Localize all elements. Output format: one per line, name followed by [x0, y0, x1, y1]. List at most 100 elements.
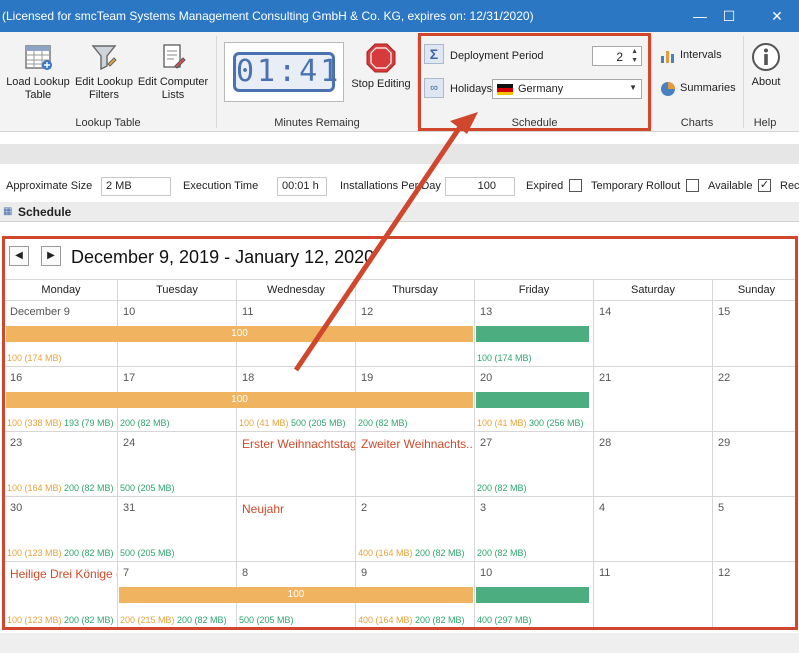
deployment-size-value: 100 (123 MB) — [7, 615, 62, 625]
calendar-day-cell[interactable]: 29 — [713, 432, 795, 497]
deployment-size-label: 100 (123 MB) 200 (82 MB) — [7, 615, 114, 625]
minutes-group-label: Minutes Remaing — [274, 117, 360, 129]
deployment-size-value: 100 (123 MB) — [7, 548, 62, 558]
day-header-thursday: Thursday — [356, 280, 475, 302]
ribbon: Load Lookup Table Edit Lookup Filters Ed… — [0, 32, 799, 132]
load-lookup-table-button[interactable]: Load Lookup Table — [4, 42, 72, 102]
calendar-day-cell[interactable]: 21 — [594, 367, 713, 432]
summaries-button[interactable]: Summaries — [660, 81, 740, 97]
title-bar: (Licensed for smcTeam Systems Management… — [0, 0, 799, 32]
next-button[interactable]: ▶ — [41, 246, 61, 266]
calendar-day-cell[interactable]: Heilige Drei Könige (... 100 (123 MB) 200… — [5, 562, 118, 627]
available-checkbox[interactable]: ✓ — [758, 179, 771, 192]
summaries-label: Summaries — [680, 82, 736, 94]
calendar-day-cell[interactable]: 22 — [713, 367, 795, 432]
deployment-size-label: 200 (82 MB) — [358, 418, 408, 428]
deployment-size-value: 200 (82 MB) — [61, 548, 114, 558]
status-strip — [0, 633, 799, 653]
calendar-day-cell[interactable]: 27 200 (82 MB) — [475, 432, 594, 497]
edit-lookup-filters-label: Edit Lookup Filters — [74, 76, 134, 101]
calendar-day-cell[interactable]: 12 — [713, 562, 795, 627]
about-label: About — [751, 76, 781, 88]
deployment-size-value: 200 (82 MB) — [61, 615, 114, 625]
installs-spinner[interactable]: 100 — [445, 177, 515, 196]
deployment-size-value: 193 (79 MB) — [61, 418, 114, 428]
edit-lookup-filters-button[interactable]: Edit Lookup Filters — [72, 42, 136, 102]
calendar-day-cell[interactable]: Neujahr — [237, 497, 356, 562]
deployment-bar[interactable]: 100 — [6, 326, 473, 342]
exec-time-field[interactable]: 00:01 h — [277, 177, 327, 196]
edit-computer-lists-button[interactable]: Edit Computer Lists — [136, 42, 210, 102]
day-header-wednesday: Wednesday — [237, 280, 356, 302]
schedule-panel-header: ▦ Schedule — [0, 202, 799, 222]
day-number: 13 — [480, 306, 493, 318]
day-number: 3 — [480, 502, 487, 514]
day-header-tuesday: Tuesday — [118, 280, 237, 302]
stop-editing-button[interactable]: Stop Editing — [349, 42, 413, 91]
bar-chart-icon — [661, 51, 674, 63]
day-number: 10 — [480, 567, 493, 579]
deployment-size-label: 200 (82 MB) — [477, 483, 527, 493]
day-number: 11 — [242, 306, 254, 318]
deployment-size-value: 200 (82 MB) — [174, 615, 227, 625]
info-bar: Approximate Size 2 MB Execution Time 00:… — [0, 176, 799, 198]
day-number: 17 — [123, 372, 136, 384]
calendar-day-cell[interactable]: 15 — [713, 301, 795, 367]
schedule-group-highlight — [418, 33, 651, 131]
deployment-bar[interactable] — [476, 326, 589, 342]
day-number: 19 — [361, 372, 374, 384]
day-number: 31 — [123, 502, 136, 514]
day-number: 4 — [599, 502, 606, 514]
lookup-table-group-label: Lookup Table — [75, 117, 141, 129]
about-button[interactable]: About — [746, 42, 786, 89]
previous-button[interactable]: ◀ — [9, 246, 29, 266]
deployment-bar[interactable]: 100 — [6, 392, 473, 408]
deployment-size-value: 100 (174 MB) — [7, 353, 62, 363]
calendar-day-cell[interactable]: Zweiter Weihnachts... — [356, 432, 475, 497]
clock-display: 01:41 — [233, 52, 338, 92]
schedule-panel-title: Schedule — [18, 205, 72, 219]
close-button[interactable]: ✕ — [757, 0, 797, 32]
deployment-bar[interactable] — [476, 392, 589, 408]
deployment-bar[interactable] — [476, 587, 589, 603]
approx-size-field[interactable]: 2 MB — [101, 177, 171, 196]
calendar-day-cell[interactable]: 3 200 (82 MB) — [475, 497, 594, 562]
deployment-size-value: 400 (164 MB) — [358, 548, 413, 558]
deployment-bar[interactable]: 100 — [119, 587, 473, 603]
day-number: 2 — [361, 502, 368, 514]
deployment-size-value: 100 (164 MB) — [7, 483, 62, 493]
day-number: 14 — [599, 306, 612, 318]
calendar-day-cell[interactable]: 24 500 (205 MB) — [118, 432, 237, 497]
calendar-day-cell[interactable]: 31 500 (205 MB) — [118, 497, 237, 562]
deployment-size-label: 100 (174 MB) — [7, 353, 62, 363]
calendar-day-cell[interactable]: Erster Weihnachtstag — [237, 432, 356, 497]
calendar-day-cell[interactable]: 11 — [594, 562, 713, 627]
schedule-calendar: ◀ ▶ December 9, 2019 - January 12, 2020 … — [2, 236, 798, 630]
deployment-size-label: 100 (41 MB) 500 (205 MB) — [239, 418, 346, 428]
maximize-button[interactable]: ☐ — [709, 0, 749, 32]
calendar-day-cell[interactable]: 5 — [713, 497, 795, 562]
calendar-day-cell[interactable]: 30 100 (123 MB) 200 (82 MB) — [5, 497, 118, 562]
deployment-size-value: 200 (82 MB) — [412, 615, 465, 625]
day-header-saturday: Saturday — [594, 280, 713, 302]
calendar-day-cell[interactable]: 4 — [594, 497, 713, 562]
funnel-icon — [91, 45, 117, 71]
day-number: 16 — [10, 372, 23, 384]
calendar-day-cell[interactable]: 14 — [594, 301, 713, 367]
day-number: 5 — [718, 502, 725, 514]
edit-computer-lists-label: Edit Computer Lists — [137, 76, 209, 101]
exec-time-label: Execution Time — [183, 180, 259, 192]
day-number: 28 — [599, 437, 612, 449]
expired-checkbox[interactable] — [569, 179, 582, 192]
calendar-icon: ▦ — [3, 206, 13, 217]
calendar-day-cell[interactable]: 28 — [594, 432, 713, 497]
deployment-size-value: 400 (164 MB) — [358, 615, 413, 625]
calendar-day-cell[interactable]: 23 100 (164 MB) 200 (82 MB) — [5, 432, 118, 497]
table-icon — [25, 45, 52, 70]
deployment-size-label: 100 (338 MB) 193 (79 MB) — [7, 418, 114, 428]
intervals-button[interactable]: Intervals — [660, 48, 730, 64]
ribbon-separator — [743, 36, 744, 128]
calendar-day-cell[interactable]: 2 400 (164 MB) 200 (82 MB) — [356, 497, 475, 562]
temp-rollout-checkbox[interactable] — [686, 179, 699, 192]
holiday-name: Neujahr — [242, 502, 285, 516]
